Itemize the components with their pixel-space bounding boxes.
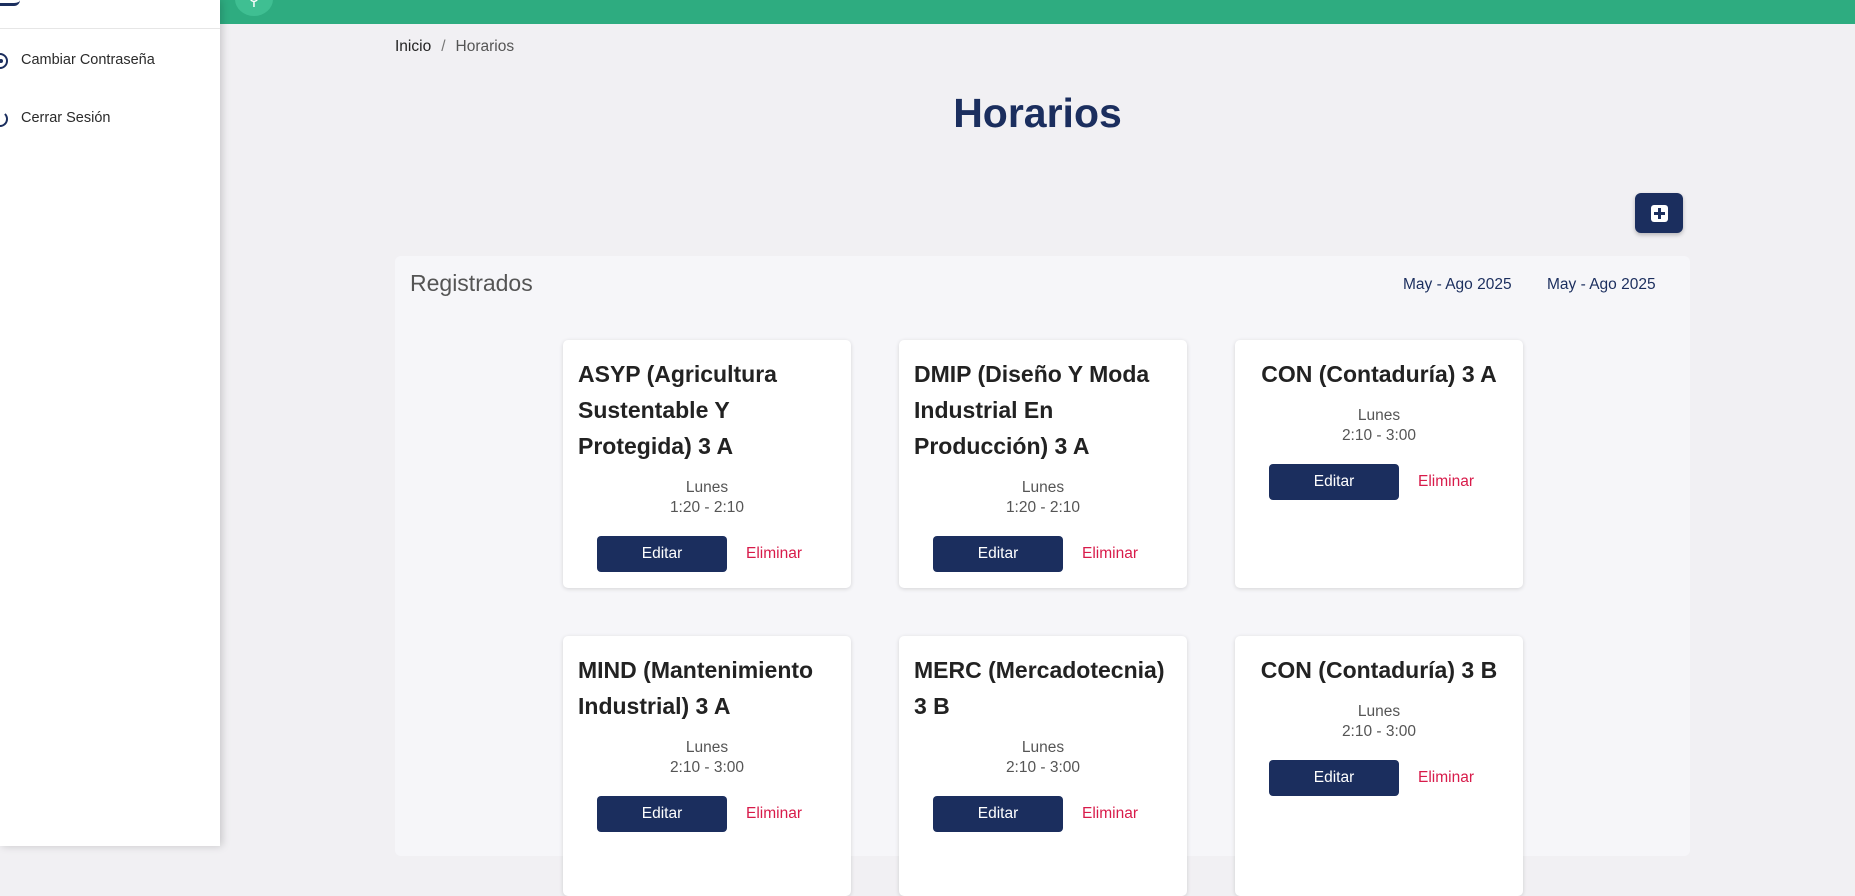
period-filter[interactable]: May - Ago 2025 [1547,276,1656,294]
card-day: Lunes [1357,407,1401,424]
breadcrumb-home-link[interactable]: Inicio [395,38,431,56]
delete-link[interactable]: Eliminar [746,545,802,563]
edit-button[interactable]: Editar [597,796,727,832]
breadcrumb-separator: / [441,38,446,55]
card-time: 2:10 - 3:00 [1005,759,1081,776]
power-icon [0,111,8,127]
sidebar-item-label: Cerrar Sesión [21,110,111,126]
edit-button[interactable]: Editar [933,536,1063,572]
sidebar-item-label: Cambiar Contraseña [21,52,155,68]
schedule-card: MIND (Mantenimiento Industrial) 3 A Lune… [563,636,851,896]
card-title: CON (Contaduría) 3 B [1260,657,1498,683]
schedule-card: DMIP (Diseño Y Moda Industrial En Produc… [899,340,1187,588]
breadcrumb: Inicio / Horarios [395,38,514,56]
delete-link[interactable]: Eliminar [1082,545,1138,563]
page-title: Horarios [953,90,1122,136]
breadcrumb-current: Horarios [455,38,515,55]
sidebar: Cambiar Contraseña Cerrar Sesión [0,0,220,846]
top-bar: ⚲ [220,0,1855,24]
edit-button[interactable]: Editar [933,796,1063,832]
search-icon: ⚲ [248,0,260,9]
delete-link[interactable]: Eliminar [1418,769,1474,787]
schedule-card: CON (Contaduría) 3 A Lunes 2:10 - 3:00 E… [1235,340,1523,588]
card-title: ASYP (Agricultura Sustentable Y Protegid… [578,361,777,459]
card-time: 2:10 - 3:00 [1341,723,1417,740]
sidebar-header [0,0,220,29]
delete-link[interactable]: Eliminar [746,805,802,823]
card-day: Lunes [685,479,729,496]
panel-title: Registrados [410,270,533,296]
sidebar-item-change-password[interactable]: Cambiar Contraseña [0,49,220,73]
registered-panel: Registrados May - Ago 2025 May - Ago 202… [395,256,1690,896]
edit-button[interactable]: Editar [1269,464,1399,500]
card-day: Lunes [1357,703,1401,720]
card-time: 1:20 - 2:10 [669,499,745,516]
edit-button[interactable]: Editar [597,536,727,572]
card-time: 1:20 - 2:10 [1005,499,1081,516]
sidebar-item-logout[interactable]: Cerrar Sesión [0,107,220,131]
card-day: Lunes [1021,739,1065,756]
card-day: Lunes [685,739,729,756]
key-circle-icon [0,53,8,69]
card-day: Lunes [1021,479,1065,496]
plus-square-icon [1650,204,1668,222]
card-title: MIND (Mantenimiento Industrial) 3 A [578,657,814,719]
menu-toggle-button[interactable]: ⚲ [235,0,273,16]
schedule-card: MERC (Mercadotecnia) 3 B Lunes 2:10 - 3:… [899,636,1187,896]
delete-link[interactable]: Eliminar [1082,805,1138,823]
logo-fragment [0,0,20,6]
card-title: DMIP (Diseño Y Moda Industrial En Produc… [914,361,1150,459]
period-filter[interactable]: May - Ago 2025 [1403,276,1512,294]
edit-button[interactable]: Editar [1269,760,1399,796]
add-schedule-button[interactable] [1635,193,1683,233]
schedule-card: ASYP (Agricultura Sustentable Y Protegid… [563,340,851,588]
card-title: CON (Contaduría) 3 A [1261,361,1497,387]
schedule-card: CON (Contaduría) 3 B Lunes 2:10 - 3:00 E… [1235,636,1523,896]
card-time: 2:10 - 3:00 [669,759,745,776]
card-title: MERC (Mercadotecnia) 3 B [914,657,1165,719]
card-time: 2:10 - 3:00 [1341,427,1417,444]
delete-link[interactable]: Eliminar [1418,473,1474,491]
